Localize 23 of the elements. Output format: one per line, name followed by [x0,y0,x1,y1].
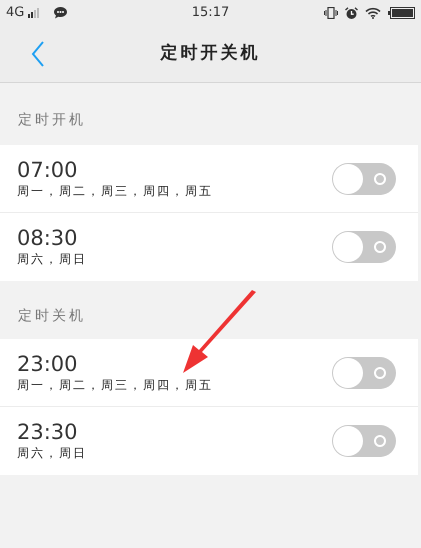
section-header: 定时开机 [18,111,86,130]
page-title: 定时开关机 [160,42,260,66]
section-header: 定时关机 [18,307,86,326]
wifi-icon [365,7,381,19]
toggle-switch[interactable] [332,231,396,263]
signal-icon [28,8,40,18]
vibrate-icon [324,7,338,19]
schedule-time: 23:00 [17,352,79,376]
alarm-icon [345,6,358,20]
schedule-time: 07:00 [17,158,79,182]
repeat-days: 周六，周日 [17,444,87,462]
toggle-switch[interactable] [332,425,396,457]
network-label: 4G [6,4,24,22]
repeat-days: 周一，周二，周三，周四，周五 [17,182,213,200]
schedule-time: 23:30 [17,420,79,444]
toggle-switch[interactable] [332,356,396,388]
repeat-days: 周六，周日 [17,250,87,268]
clock-time: 15:17 [192,4,230,22]
schedule-time: 08:30 [17,226,79,250]
toggle-switch[interactable] [332,162,396,194]
chat-icon [54,7,68,19]
repeat-days: 周一，周二，周三，周四，周五 [17,376,213,394]
battery-icon [388,7,415,19]
